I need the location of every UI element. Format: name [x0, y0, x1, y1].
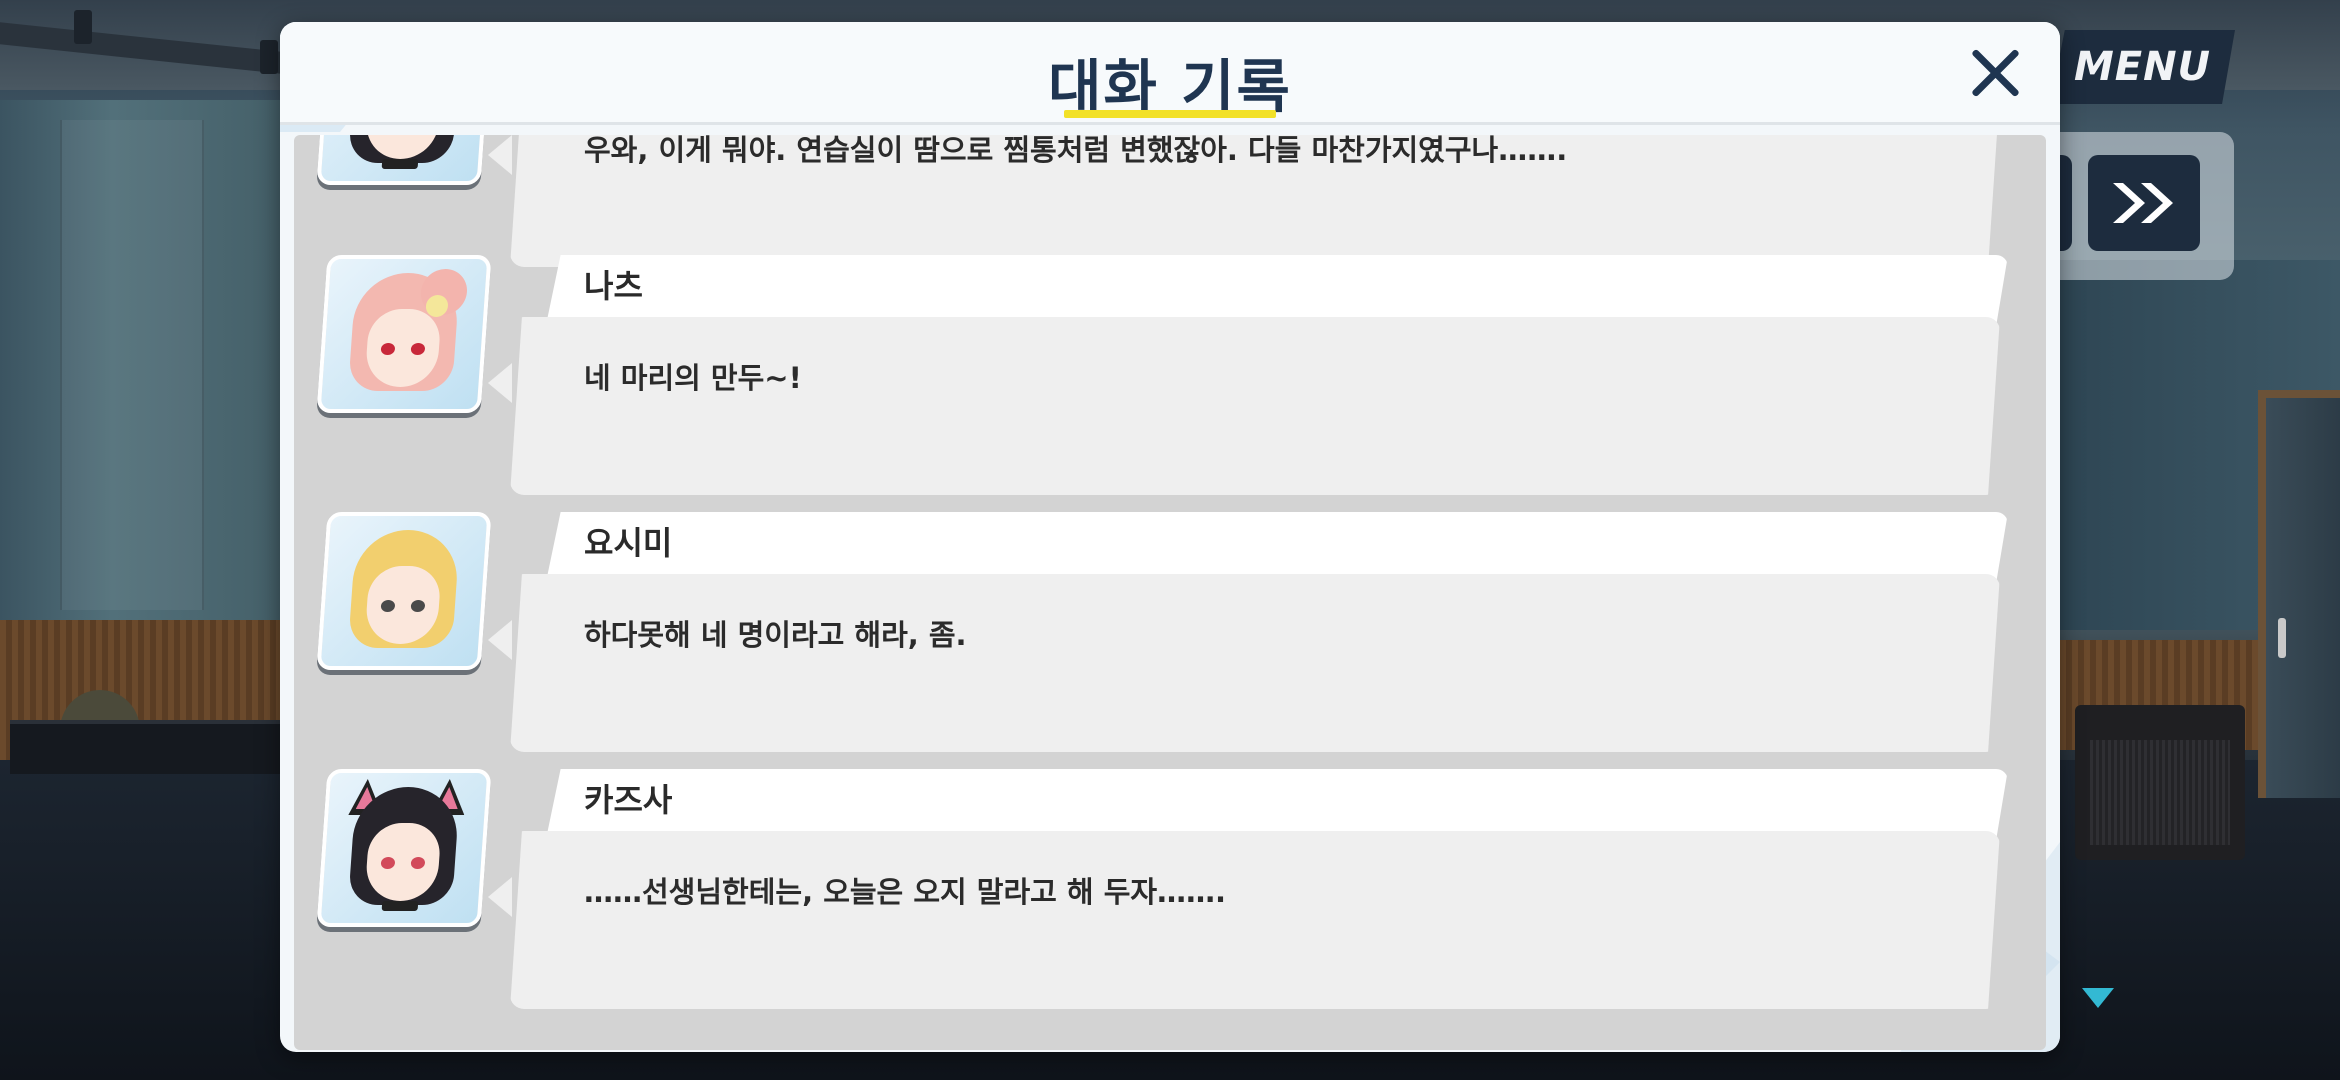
bubble-pointer	[488, 877, 512, 917]
title-underline	[1064, 110, 1276, 118]
conversation-log-dialog: 대화 기록 우와, 이게 뭐야. 연습실이 땀으로 찜통처럼 변했잖아. 다들 …	[280, 22, 2060, 1052]
log-entry: 나츠 네 마리의 만두~!	[294, 255, 2046, 495]
log-entry: 카즈사 ……선생님한테는, 오늘은 오지 말라고 해 두자…….	[294, 769, 2046, 1009]
character-portrait-natsu	[316, 255, 492, 413]
ceiling-lamp	[260, 40, 278, 74]
message-text: 네 마리의 만두~!	[584, 361, 802, 395]
message-text: 우와, 이게 뭐야. 연습실이 땀으로 찜통처럼 변했잖아. 다들 마찬가지였구…	[584, 135, 1568, 167]
skip-button[interactable]	[2088, 155, 2200, 251]
menu-button-label: MENU	[2073, 44, 2212, 90]
message-bubble	[510, 574, 2000, 752]
wall-panel-inset	[60, 120, 204, 610]
speaker-name-tab	[546, 512, 2008, 582]
message-text: 하다못해 네 명이라고 해라, 좀.	[584, 618, 967, 652]
close-icon[interactable]	[1960, 38, 2030, 108]
ceiling-lamp	[74, 10, 92, 44]
triangle-down-icon	[2082, 988, 2114, 1008]
door-handle	[2278, 618, 2286, 658]
message-text: ……선생님한테는, 오늘은 오지 말라고 해 두자…….	[584, 875, 1227, 909]
speaker-name: 요시미	[584, 524, 673, 562]
message-bubble	[510, 317, 2000, 495]
fast-forward-icon	[2113, 183, 2173, 223]
character-portrait-kazusa	[316, 135, 492, 185]
bubble-pointer	[488, 135, 512, 175]
speaker-name: 나츠	[584, 267, 643, 305]
dialog-header: 대화 기록	[280, 22, 2060, 125]
keyboard-instrument	[10, 720, 280, 774]
speaker-name-tab	[546, 769, 2008, 839]
bubble-pointer	[488, 363, 512, 403]
amplifier-grill	[2090, 740, 2230, 845]
character-portrait-yoshimi	[316, 512, 492, 670]
message-bubble	[510, 831, 2000, 1009]
bubble-pointer	[488, 620, 512, 660]
door	[2258, 390, 2340, 798]
menu-button[interactable]: MENU	[2050, 30, 2235, 104]
log-list[interactable]: 우와, 이게 뭐야. 연습실이 땀으로 찜통처럼 변했잖아. 다들 마찬가지였구…	[294, 135, 2046, 1050]
speaker-name: 카즈사	[584, 781, 673, 819]
character-portrait-kazusa	[316, 769, 492, 927]
log-entry: 요시미 하다못해 네 명이라고 해라, 좀.	[294, 512, 2046, 752]
speaker-name-tab	[546, 255, 2008, 325]
log-entry: 우와, 이게 뭐야. 연습실이 땀으로 찜통처럼 변했잖아. 다들 마찬가지였구…	[294, 135, 2046, 267]
